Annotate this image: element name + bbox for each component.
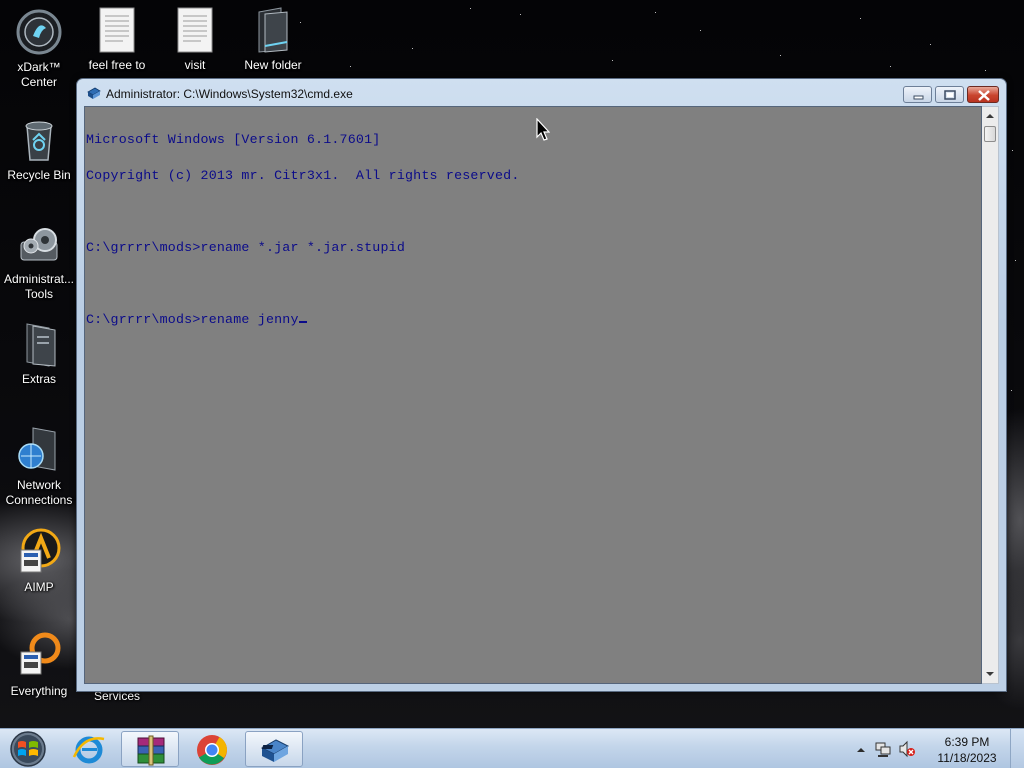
- network-tray-icon[interactable]: [874, 740, 892, 763]
- text-document-icon: [93, 6, 141, 54]
- minimize-icon: [913, 95, 924, 100]
- xdark-orb-icon: [15, 8, 63, 56]
- console-input-line[interactable]: C:\grrrr\mods>rename jenny: [86, 312, 981, 327]
- desktop-icon-label: Network Connections: [5, 478, 73, 507]
- mouse-pointer-icon: [536, 117, 551, 147]
- window-titlebar[interactable]: Administrator: C:\Windows\System32\cmd.e…: [77, 79, 1006, 109]
- folder-icon: [15, 320, 63, 368]
- console-line: Microsoft Windows [Version 6.1.7601]: [86, 132, 381, 147]
- text-document-icon: [171, 6, 219, 54]
- show-hidden-icons-arrow-icon[interactable]: [856, 742, 866, 760]
- admin-tools-gear-icon: [15, 220, 63, 268]
- volume-muted-icon[interactable]: [898, 740, 916, 763]
- taskbar-item-internet-explorer[interactable]: [60, 731, 118, 767]
- desktop-icon-feel-free-to[interactable]: feel free to: [78, 6, 156, 73]
- scroll-down-arrow-icon[interactable]: [982, 666, 998, 682]
- taskbar-item-chrome[interactable]: [183, 731, 241, 767]
- desktop-icon-label: feel free to: [88, 58, 146, 72]
- winrar-icon: [137, 735, 165, 766]
- console-output[interactable]: Microsoft Windows [Version 6.1.7601] Cop…: [84, 106, 982, 684]
- console-line: C:\grrrr\mods>rename *.jar *.jar.stupid: [86, 240, 405, 255]
- text-caret: [298, 315, 307, 323]
- scroll-thumb[interactable]: [984, 126, 996, 142]
- close-button[interactable]: [967, 86, 999, 103]
- desktop-icon-label: Administrat... Tools: [3, 272, 75, 301]
- maximize-icon: [944, 90, 956, 100]
- taskbar-item-winrar[interactable]: [121, 731, 179, 767]
- desktop-icon-extras[interactable]: Extras: [0, 320, 78, 387]
- desktop-icon-label: Extras: [21, 372, 56, 386]
- desktop-icon-label: AIMP: [24, 580, 54, 594]
- console-current-command: C:\grrrr\mods>rename jenny: [86, 312, 299, 327]
- show-desktop-button[interactable]: [1010, 729, 1024, 768]
- desktop-icon-label: xDark™ Center: [17, 60, 61, 89]
- vertical-scrollbar[interactable]: [982, 106, 999, 684]
- network-globe-icon: [15, 426, 63, 474]
- taskbar-item-cmd[interactable]: [245, 731, 303, 767]
- clock[interactable]: 6:39 PM 11/18/2023: [932, 734, 1002, 766]
- scroll-up-arrow-icon[interactable]: [982, 108, 998, 124]
- desktop-icon-label: visit: [184, 58, 206, 72]
- desktop-icon-label: New folder: [244, 58, 302, 72]
- everything-search-icon: [15, 632, 63, 680]
- taskbar: 6:39 PM 11/18/2023: [0, 728, 1024, 768]
- window-title: Administrator: C:\Windows\System32\cmd.e…: [106, 87, 353, 101]
- maximize-button[interactable]: [935, 86, 964, 103]
- cmd-icon: [260, 739, 290, 762]
- desktop-icon-network-connections[interactable]: Network Connections: [0, 426, 78, 508]
- system-tray: 6:39 PM 11/18/2023: [854, 729, 1024, 768]
- cmd-icon: [87, 87, 101, 100]
- desktop-icon-label: Everything: [10, 684, 68, 698]
- start-button[interactable]: [4, 730, 50, 768]
- close-icon: [978, 90, 990, 101]
- desktop-icon-aimp[interactable]: AIMP: [0, 528, 78, 595]
- ie-icon: [72, 736, 105, 764]
- recycle-bin-icon: [15, 116, 63, 164]
- desktop-icon-everything[interactable]: Everything: [0, 632, 78, 699]
- desktop-icon-xdark-center[interactable]: xDark™ Center: [0, 8, 78, 90]
- clock-date: 11/18/2023: [937, 751, 997, 765]
- clock-time: 6:39 PM: [944, 735, 990, 749]
- folder-icon: [249, 6, 297, 54]
- desktop-icon-visit[interactable]: visit: [156, 6, 234, 73]
- windows-orb-icon: [10, 731, 46, 767]
- desktop-icon-label: Recycle Bin: [7, 168, 71, 182]
- chrome-icon: [197, 735, 227, 765]
- aimp-icon: [15, 528, 63, 576]
- desktop-icon-administrative-tools[interactable]: Administrat... Tools: [0, 220, 78, 302]
- console-line: Copyright (c) 2013 mr. Citr3x1. All righ…: [86, 168, 520, 183]
- minimize-button[interactable]: [903, 86, 932, 103]
- desktop-icon-new-folder[interactable]: New folder: [234, 6, 312, 73]
- desktop-icon-recycle-bin[interactable]: Recycle Bin: [0, 116, 78, 183]
- cmd-window[interactable]: Administrator: C:\Windows\System32\cmd.e…: [76, 78, 1007, 692]
